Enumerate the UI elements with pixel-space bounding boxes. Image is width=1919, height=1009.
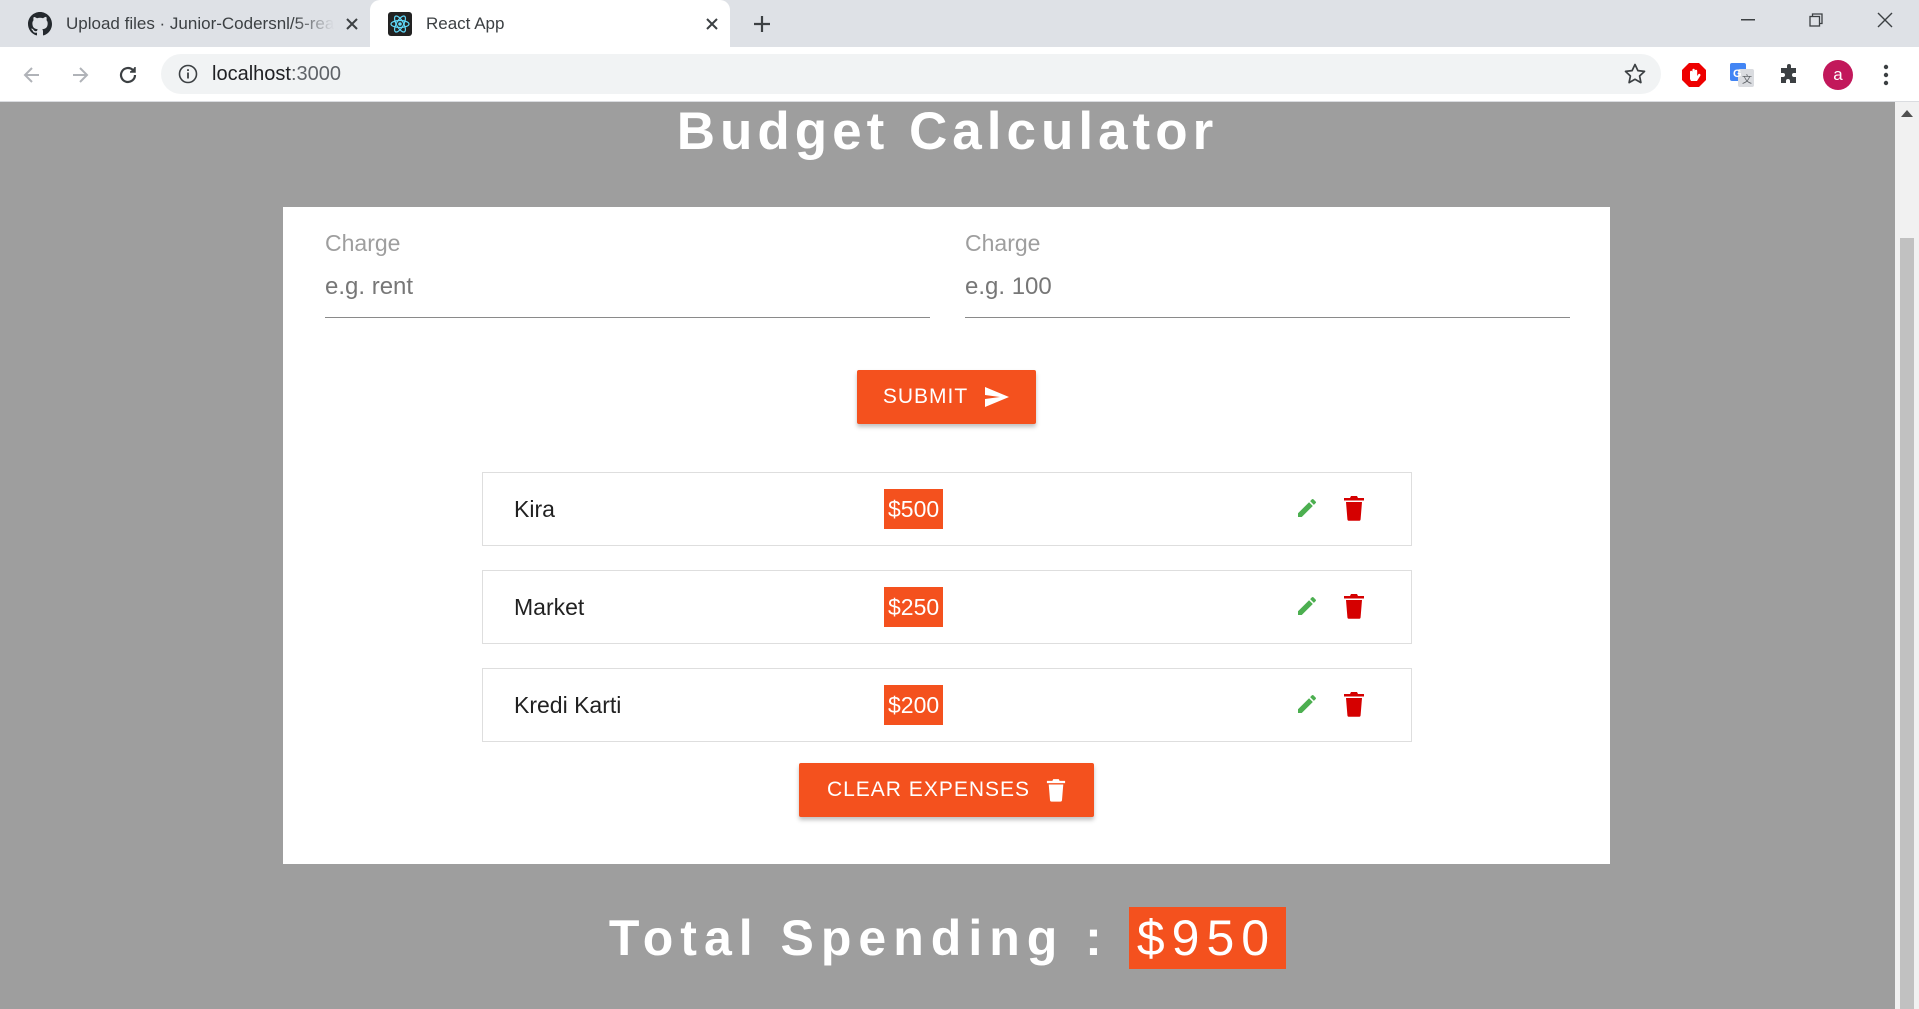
charge-input[interactable]	[325, 273, 930, 318]
bookmark-star-icon[interactable]	[1623, 62, 1647, 86]
expense-amount: $200	[884, 685, 944, 725]
total-amount: $950	[1128, 907, 1287, 969]
amount-input[interactable]	[965, 273, 1570, 318]
expense-name: Kira	[514, 495, 555, 522]
close-tab-icon[interactable]	[334, 6, 370, 42]
clear-expenses-label: CLEAR EXPENSES	[826, 778, 1031, 801]
tab-react-app[interactable]: React App	[370, 0, 730, 47]
browser-tabstrip: Upload files · Junior-Codersnl/5-react-b…	[0, 0, 1919, 47]
browser-toolbar: localhost:3000 G文 a	[0, 47, 1919, 102]
scrollbar-thumb[interactable]	[1900, 238, 1914, 1009]
scrollbar[interactable]	[1895, 102, 1919, 1009]
expense-item: Kredi Karti $200	[482, 668, 1412, 742]
back-icon[interactable]	[15, 58, 49, 92]
close-window-icon[interactable]	[1851, 0, 1919, 40]
edit-icon[interactable]	[1291, 688, 1323, 720]
url-text: localhost:3000	[212, 63, 341, 86]
page-viewport: Budget Calculator Charge Charge SUBMIT K…	[0, 102, 1895, 1009]
expense-amount: $500	[884, 489, 944, 529]
browser-menu-icon[interactable]	[1869, 58, 1903, 92]
total-label: Total Spending :	[608, 910, 1109, 966]
charge-label: Charge	[325, 230, 401, 256]
scroll-up-arrow-icon[interactable]	[1901, 110, 1913, 117]
svg-text:文: 文	[1742, 73, 1752, 86]
expense-list: Kira $500 Market $250 Kredi Karti $200	[482, 472, 1412, 766]
svg-text:G: G	[1733, 68, 1742, 80]
page-title: Budget Calculator	[676, 102, 1219, 161]
info-icon[interactable]	[178, 64, 198, 84]
profile-avatar[interactable]: a	[1821, 58, 1855, 92]
restore-icon[interactable]	[1782, 0, 1850, 40]
expense-name: Kredi Karti	[514, 691, 622, 718]
total-spending: Total Spending : $950	[0, 907, 1895, 969]
url-port: :3000	[290, 62, 341, 85]
google-translate-icon[interactable]: G文	[1725, 58, 1759, 92]
edit-icon[interactable]	[1291, 590, 1323, 622]
adblock-icon[interactable]	[1677, 58, 1711, 92]
delete-icon[interactable]	[1338, 492, 1370, 524]
tab-upload-files[interactable]: Upload files · Junior-Codersnl/5-react-b…	[14, 0, 370, 47]
budget-card: Charge Charge SUBMIT Kira $500	[283, 207, 1610, 864]
expense-name: Market	[514, 593, 585, 620]
tab-label: Upload files · Junior-Codersnl/5-react-b…	[66, 13, 334, 33]
clear-expenses-button[interactable]: CLEAR EXPENSES	[799, 763, 1094, 817]
reload-icon[interactable]	[111, 58, 145, 92]
new-tab-icon[interactable]	[744, 6, 780, 42]
trash-icon	[1046, 778, 1066, 802]
forward-icon[interactable]	[63, 58, 97, 92]
amount-field: Charge	[965, 227, 1570, 318]
submit-button[interactable]: SUBMIT	[857, 370, 1036, 424]
expense-item: Kira $500	[482, 472, 1412, 546]
amount-label: Charge	[965, 230, 1041, 256]
delete-icon[interactable]	[1338, 688, 1370, 720]
expense-item: Market $250	[482, 570, 1412, 644]
minimize-icon[interactable]	[1714, 0, 1782, 40]
extensions-puzzle-icon[interactable]	[1773, 58, 1807, 92]
react-icon	[388, 11, 412, 36]
github-icon	[28, 11, 52, 36]
avatar-initial: a	[1823, 60, 1853, 90]
send-icon	[984, 386, 1010, 408]
edit-icon[interactable]	[1291, 492, 1323, 524]
submit-label: SUBMIT	[882, 385, 969, 408]
tab-label: React App	[426, 13, 505, 33]
address-bar[interactable]: localhost:3000	[161, 54, 1661, 94]
expense-amount: $250	[884, 587, 944, 627]
url-host: localhost	[212, 62, 291, 85]
charge-field: Charge	[325, 227, 930, 318]
delete-icon[interactable]	[1338, 590, 1370, 622]
close-tab-icon[interactable]	[694, 6, 730, 42]
